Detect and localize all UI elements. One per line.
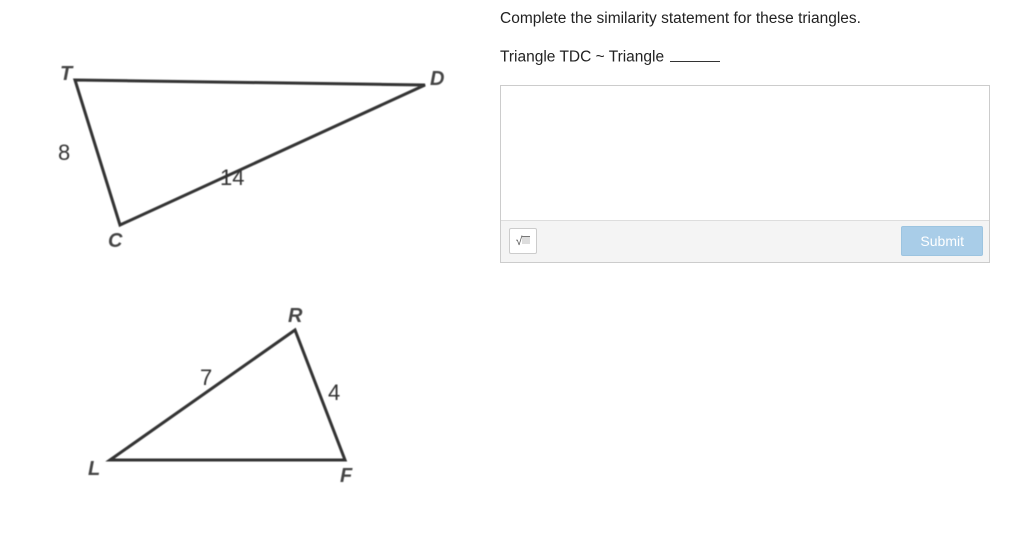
question-panel: Complete the similarity statement for th… xyxy=(500,0,1000,263)
answer-input[interactable] xyxy=(501,86,989,216)
vertex-d-label: D xyxy=(430,68,444,90)
answer-toolbar: √ Submit xyxy=(501,220,989,262)
math-editor-button[interactable]: √ xyxy=(509,228,537,254)
vertex-t-label: T xyxy=(60,63,74,85)
vertex-r-label: R xyxy=(288,305,303,327)
answer-blank xyxy=(670,46,720,62)
triangle-lrf: R L F 7 4 xyxy=(70,290,400,490)
question-prefix: Triangle TDC ~ Triangle xyxy=(500,49,664,66)
side-tc-label: 8 xyxy=(58,140,70,165)
side-lr-label: 7 xyxy=(200,365,212,390)
vertex-c-label: C xyxy=(108,230,123,252)
side-rf-label: 4 xyxy=(328,380,340,405)
question-text-1: Complete the similarity statement for th… xyxy=(500,10,1000,28)
side-dc-label: 14 xyxy=(220,165,244,190)
vertex-l-label: L xyxy=(88,458,100,480)
answer-container: √ Submit xyxy=(500,85,990,263)
diagram-panel: T D C 8 14 R L F 7 4 xyxy=(0,0,460,548)
vertex-f-label: F xyxy=(340,465,353,487)
sqrt-icon: √ xyxy=(516,234,531,248)
submit-button[interactable]: Submit xyxy=(901,226,983,256)
question-text-2: Triangle TDC ~ Triangle xyxy=(500,46,1000,67)
triangle-tdc: T D C 8 14 xyxy=(30,55,460,255)
